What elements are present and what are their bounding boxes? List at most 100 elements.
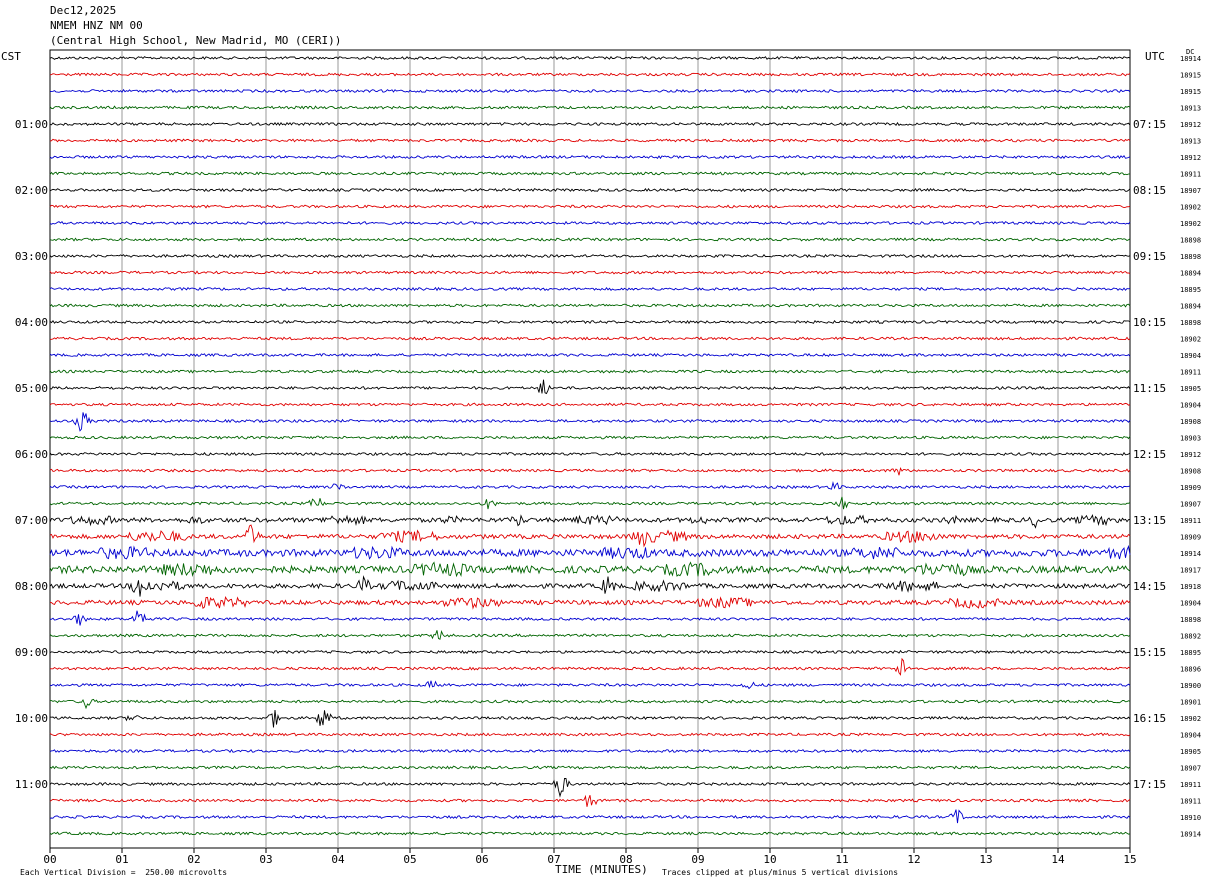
x-axis-label: TIME (MINUTES) [555, 863, 648, 876]
dc-offset-label: 18910 [1180, 814, 1201, 822]
seismogram-stage: Dec12,2025 NMEM HNZ NM 00 (Central High … [0, 0, 1210, 886]
dc-offset-label: 18902 [1180, 204, 1201, 212]
dc-offset-label: 18908 [1180, 418, 1201, 426]
x-tick-label: 11 [835, 853, 848, 866]
left-time-label: 11:00 [15, 778, 48, 791]
x-tick-label: 12 [907, 853, 920, 866]
dc-offset-label: 18904 [1180, 600, 1201, 608]
dc-offset-label: 18905 [1180, 385, 1201, 393]
trace-line [49, 412, 1131, 432]
trace-line [49, 220, 1131, 225]
dc-offset-label: 18914 [1180, 550, 1201, 558]
dc-offset-label: 18907 [1180, 501, 1201, 509]
trace-line [49, 352, 1131, 358]
dc-offset-label: 18898 [1180, 237, 1201, 245]
left-time-label: 10:00 [15, 712, 48, 725]
plot-frame [49, 49, 1131, 849]
trace-line [49, 55, 1131, 61]
trace-line [49, 187, 1131, 193]
trace-line [49, 809, 1131, 824]
trace-line [49, 154, 1131, 160]
right-time-label: 15:15 [1133, 646, 1166, 659]
right-time-label: 10:15 [1133, 316, 1166, 329]
right-time-label: 08:15 [1133, 184, 1166, 197]
trace-line [49, 435, 1131, 440]
left-time-label: 06:00 [15, 448, 48, 461]
dc-offset-label: 18909 [1180, 534, 1201, 542]
trace-line [49, 286, 1131, 292]
dc-offset-label: 18898 [1180, 253, 1201, 261]
dc-offset-label: 18898 [1180, 616, 1201, 624]
left-time-label: 03:00 [15, 250, 48, 263]
dc-offset-label: 18895 [1180, 649, 1201, 657]
dc-offset-label: 18909 [1180, 484, 1201, 492]
trace-line [49, 467, 1131, 476]
trace-line [50, 698, 1131, 710]
dc-offset-label: 18914 [1180, 55, 1201, 63]
dc-offset-label: 18917 [1180, 567, 1201, 575]
trace-line [49, 171, 1131, 176]
trace-line [49, 379, 1131, 395]
x-tick-label: 04 [331, 853, 345, 866]
dc-offset-label: 18907 [1180, 187, 1201, 195]
trace-line [49, 88, 1131, 94]
dc-offset-label: 18892 [1180, 633, 1201, 641]
trace-line [49, 732, 1131, 737]
left-time-label: 07:00 [15, 514, 48, 527]
trace-line [49, 561, 1131, 578]
trace-line [49, 336, 1131, 341]
trace-line [49, 402, 1131, 407]
right-time-label: 09:15 [1133, 250, 1166, 263]
dc-offset-label: 18904 [1180, 402, 1201, 410]
dc-offset-label: 18904 [1180, 732, 1201, 740]
left-time-label: 01:00 [15, 118, 48, 131]
trace-line [49, 121, 1131, 127]
dc-offset-label: 18912 [1180, 154, 1201, 162]
right-time-label: 13:15 [1133, 514, 1166, 527]
trace-line [49, 748, 1131, 754]
trace-line [49, 303, 1131, 308]
dc-offset-label: 18914 [1180, 831, 1201, 839]
left-time-label: 09:00 [15, 646, 48, 659]
dc-offset-label: 18913 [1180, 105, 1201, 113]
x-tick-label: 10 [763, 853, 776, 866]
right-time-label: 11:15 [1133, 382, 1166, 395]
dc-offset-label: 18902 [1180, 715, 1201, 723]
right-time-label: 16:15 [1133, 712, 1166, 725]
x-tick-label: 03 [259, 853, 272, 866]
trace-line [49, 138, 1131, 143]
x-tick-label: 13 [979, 853, 992, 866]
trace-line [49, 369, 1131, 374]
trace-line [49, 657, 1131, 676]
trace-line [49, 496, 1131, 510]
x-tick-label: 01 [115, 853, 128, 866]
x-tick-label: 02 [187, 853, 200, 866]
dc-offset-label: 18915 [1180, 72, 1201, 80]
left-time-label: 04:00 [15, 316, 48, 329]
dc-offset-label: 18907 [1180, 765, 1201, 773]
dc-offset-label: 18895 [1180, 286, 1201, 294]
trace-line [49, 204, 1131, 209]
right-time-label: 12:15 [1133, 448, 1166, 461]
dc-offset-label: 18894 [1180, 303, 1201, 311]
scale-note: Each Vertical Division = 250.00 microvol… [20, 868, 228, 877]
dc-offset-label: 18918 [1180, 583, 1201, 591]
trace-line [49, 481, 1131, 490]
trace-line [49, 831, 1131, 836]
x-tick-label: 05 [403, 853, 416, 866]
trace-line [49, 680, 1131, 690]
dc-offset-label: 18896 [1180, 666, 1201, 674]
trace-line [49, 237, 1131, 242]
trace-line [49, 630, 1131, 640]
trace-line [50, 595, 1131, 610]
dc-offset-label: 18908 [1180, 468, 1201, 476]
dc-offset-label: 18904 [1180, 352, 1201, 360]
trace-line [49, 709, 1131, 728]
x-tick-label: 00 [43, 853, 56, 866]
dc-offset-label: 18912 [1180, 451, 1201, 459]
dc-offset-label: 18902 [1180, 336, 1201, 344]
trace-line [49, 610, 1131, 626]
dc-offset-label: 18915 [1180, 88, 1201, 96]
dc-offset-label: 18894 [1180, 270, 1201, 278]
x-tick-label: 06 [475, 853, 488, 866]
